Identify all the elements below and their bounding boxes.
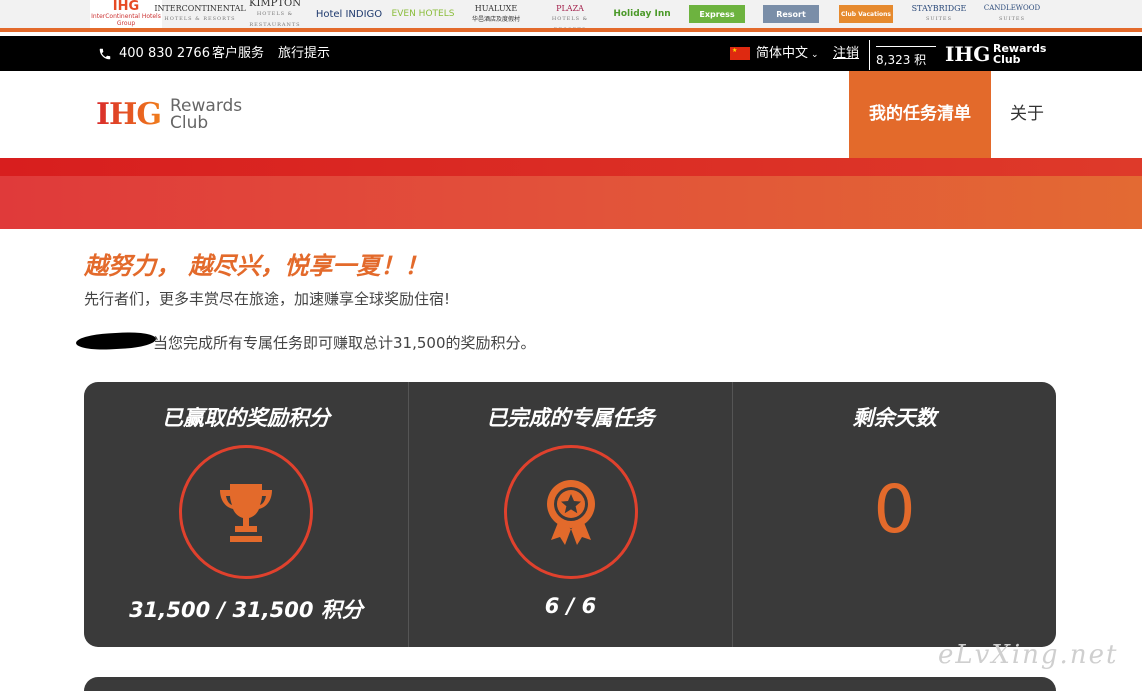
brand-staybridge-logo[interactable]: STAYBRIDGE SUITES — [905, 0, 973, 28]
logo-letters: IHG — [96, 97, 162, 132]
brand-club-vacations-logo[interactable]: Club Vacations — [838, 0, 894, 28]
brand-name: INTERCONTINENTAL — [154, 4, 246, 13]
china-flag-icon: ★ — [730, 47, 750, 60]
brand-crowne-plaza-logo[interactable]: CROWNE PLAZA HOTELS & RESORTS — [535, 0, 605, 33]
brand-sub: SUITES — [998, 16, 1025, 22]
stat-circle — [179, 445, 313, 579]
hero-banner-topline — [0, 158, 1142, 176]
brand-name: EVEN HOTELS — [391, 8, 455, 19]
chevron-down-icon: ⌄ — [811, 50, 819, 60]
logo-text-club: Club — [170, 113, 209, 133]
brand-sub: HOTELS & RESORTS — [551, 16, 589, 33]
brand-name: Express — [689, 5, 745, 23]
brand-name: IHG — [112, 0, 140, 14]
campaign-headline: 越努力， 越尽兴，悦享一夏！！ — [84, 251, 429, 280]
brand-hualuxe-logo[interactable]: HUALUXE 华邑酒店及度假村 — [462, 0, 530, 28]
utility-divider — [869, 40, 870, 70]
watermark: eLvXing.net — [938, 640, 1119, 670]
points-balance[interactable]: 8,323 积分 — [876, 46, 936, 93]
brand-intercontinental-logo[interactable]: INTERCONTINENTAL HOTELS & RESORTS — [154, 0, 245, 28]
stat-missions-completed: 已完成的专属任务 6 / 6 — [408, 382, 732, 647]
nav-about[interactable]: 关于 — [1010, 71, 1044, 158]
stat-title: 已赢取的奖励积分 — [162, 405, 330, 430]
brand-resort-logo[interactable]: Resort — [762, 0, 820, 28]
brand-sub: 华邑酒店及度假村 — [471, 16, 520, 23]
ihg-rewards-club-logo[interactable]: IHG Rewards Club — [96, 98, 246, 134]
brand-name: KIMPTON — [248, 0, 301, 9]
brand-name: CANDLEWOOD — [983, 4, 1041, 12]
brand-kimpton-logo[interactable]: KIMPTON HOTELS & RESTAURANTS — [242, 0, 308, 28]
hero-banner — [0, 158, 1142, 229]
brand-name: Hotel INDIGO — [315, 8, 383, 20]
language-selector[interactable]: 简体中文 ⌄ — [756, 36, 819, 71]
ihg-rewards-mini-logo[interactable]: IHG Rewards Club — [945, 42, 1047, 67]
mini-logo-letters: IHG — [945, 42, 991, 66]
campaign-subline: 先行者们，更多丰赏尽在旅途，加速赚享全球奖励住宿! — [84, 290, 451, 308]
page: IHG InterContinental Hotels Group INTERC… — [0, 0, 1142, 691]
brand-name: STAYBRIDGE — [911, 4, 967, 13]
brand-name: Holiday Inn — [613, 8, 671, 19]
stat-circle — [504, 445, 638, 579]
brand-name: Resort — [763, 5, 819, 23]
brand-strip-accent — [0, 28, 1142, 32]
stat-title: 剩余天数 — [852, 405, 937, 430]
nav-my-tasks[interactable]: 我的任务清单 — [849, 71, 991, 158]
stats-panel: 已赢取的奖励积分 31,500 / 31,500 积分 已完成的专属任务 6 /… — [84, 382, 1056, 647]
mini-logo-text: Rewards Club — [993, 42, 1047, 66]
brand-sub: InterContinental Hotels Group — [91, 13, 161, 27]
travel-tips-link[interactable]: 旅行提示 — [278, 36, 330, 71]
language-label: 简体中文 — [756, 46, 809, 61]
stat-value: 31,500 / 31,500 积分 — [129, 598, 363, 622]
trophy-icon — [220, 484, 272, 542]
brand-name: CROWNE PLAZA — [550, 0, 590, 13]
brand-sub: SUITES — [925, 16, 952, 22]
brand-name: HUALUXE — [474, 4, 518, 13]
brand-strip: IHG InterContinental Hotels Group INTERC… — [0, 0, 1142, 33]
days-remaining-number: 0 — [873, 471, 916, 548]
customer-service-link[interactable]: 客户服务 — [212, 36, 264, 71]
mission-description: 当您完成所有专属任务即可赚取总计31,500的奖励积分。 — [153, 334, 536, 352]
brand-sub: HOTELS & RESORTS — [164, 16, 236, 22]
brand-ihg-group-logo[interactable]: IHG InterContinental Hotels Group — [90, 0, 162, 28]
brand-name: Club Vacations — [839, 5, 893, 23]
redacted-member-name — [75, 330, 157, 352]
stat-days-remaining: 剩余天数 0 — [732, 382, 1056, 647]
brand-indigo-logo[interactable]: Hotel INDIGO — [315, 0, 383, 28]
next-panel — [84, 677, 1056, 691]
brand-even-logo[interactable]: EVEN HOTELS — [390, 0, 456, 28]
award-ribbon-icon — [547, 480, 595, 545]
stat-points-earned: 已赢取的奖励积分 31,500 / 31,500 积分 — [84, 382, 408, 647]
stat-value: 6 / 6 — [544, 594, 597, 618]
brand-holiday-inn-logo[interactable]: Holiday Inn — [612, 0, 672, 28]
brand-candlewood-logo[interactable]: CANDLEWOOD SUITES — [980, 0, 1044, 28]
phone-icon — [99, 48, 111, 60]
phone-number-link[interactable]: 400 830 2766 — [119, 36, 210, 71]
logout-link[interactable]: 注销 — [833, 36, 859, 71]
stat-title: 已完成的专属任务 — [486, 405, 655, 430]
brand-express-logo[interactable]: Express — [688, 0, 746, 28]
